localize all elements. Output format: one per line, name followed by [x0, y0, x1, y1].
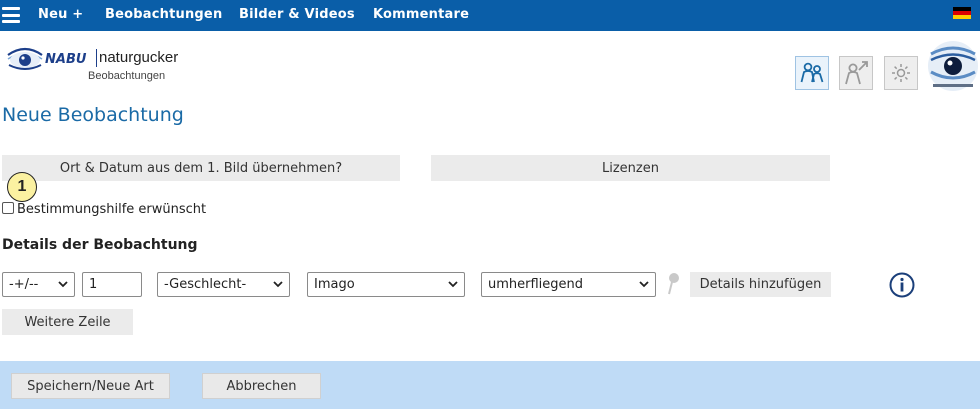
nav-new[interactable]: Neu + — [38, 7, 83, 22]
take-from-image-button[interactable]: Ort & Datum aus dem 1. Bild übernehmen? — [2, 155, 400, 181]
naturgucker-round-logo[interactable] — [927, 40, 979, 92]
logo-name: naturgucker — [99, 49, 179, 66]
settings-sun-icon — [892, 64, 910, 82]
chevron-down-icon — [448, 281, 458, 288]
footer-bar: Speichern/Neue Art Abbrechen — [0, 361, 980, 409]
nav-images-videos[interactable]: Bilder & Videos — [239, 7, 355, 22]
licenses-button[interactable]: Lizenzen — [431, 155, 830, 181]
sex-select[interactable]: -Geschlecht- — [157, 272, 290, 297]
chevron-down-icon — [58, 281, 68, 288]
logo-brand: NABU — [45, 52, 87, 67]
page-title: Neue Beobachtung — [2, 104, 184, 126]
chevron-down-icon — [273, 281, 283, 288]
people-icon — [800, 62, 824, 83]
quantity-prefix-value: -+/-- — [9, 277, 39, 292]
menu-icon[interactable] — [2, 6, 20, 24]
add-row-button[interactable]: Weitere Zeile — [2, 309, 133, 335]
quantity-prefix-select[interactable]: -+/-- — [2, 272, 75, 297]
stage-value: Imago — [314, 277, 355, 292]
site-logo[interactable]: NABU naturgucker Beobachtungen — [7, 42, 179, 86]
nav-observations[interactable]: Beobachtungen — [105, 7, 222, 22]
nav-comments[interactable]: Kommentare — [373, 7, 469, 22]
details-heading: Details der Beobachtung — [2, 237, 198, 253]
info-icon[interactable] — [889, 272, 915, 298]
eye-logo-icon — [7, 47, 43, 70]
person-share-icon — [845, 61, 868, 85]
behavior-value: umherfliegend — [488, 277, 584, 292]
sex-value: -Geschlecht- — [164, 277, 247, 292]
stage-select[interactable]: Imago — [307, 272, 465, 297]
logo-subtitle: Beobachtungen — [88, 70, 166, 82]
quantity-value: 1 — [89, 277, 98, 292]
chevron-down-icon — [639, 281, 649, 288]
logo-separator — [96, 49, 97, 67]
save-new-species-button[interactable]: Speichern/Neue Art — [11, 373, 170, 399]
top-nav-bar: Neu + Beobachtungen Bilder & Videos Komm… — [0, 0, 980, 31]
identification-help-checkbox[interactable] — [2, 202, 14, 214]
behavior-select[interactable]: umherfliegend — [481, 272, 656, 297]
cancel-button[interactable]: Abbrechen — [202, 373, 321, 399]
step-badge: 1 — [7, 172, 37, 202]
people-button[interactable] — [795, 56, 829, 90]
identification-help-label: Bestimmungshilfe erwünscht — [17, 202, 207, 217]
add-details-button[interactable]: Details hinzufügen — [690, 272, 831, 297]
quantity-input[interactable]: 1 — [82, 272, 142, 297]
german-flag-icon[interactable] — [953, 7, 971, 19]
share-person-button[interactable] — [839, 56, 873, 90]
pin-icon[interactable] — [665, 272, 681, 296]
settings-button[interactable] — [884, 56, 918, 90]
